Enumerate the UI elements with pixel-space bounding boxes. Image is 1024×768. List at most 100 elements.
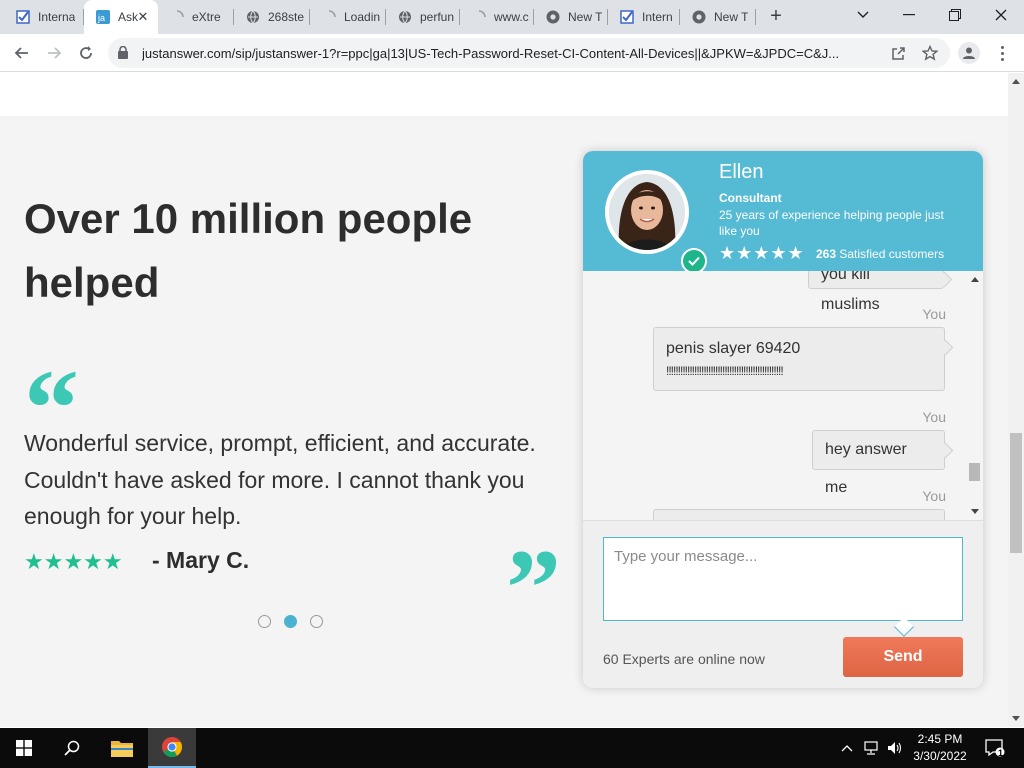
windows-logo-icon — [16, 740, 32, 756]
globe-icon — [246, 10, 260, 24]
chrome-icon — [546, 10, 560, 24]
show-hidden-icons-button[interactable] — [838, 728, 856, 768]
message-text: you kill muslims — [821, 271, 880, 313]
message-text: !!!!!!!!!!!!!!!!!!!!!!!!!!!!!!!!!!!!!!!!… — [666, 364, 784, 378]
taskbar-clock[interactable]: 2:45 PM 3/30/2022 — [900, 731, 980, 765]
chevron-up-icon — [841, 745, 853, 752]
testimonial-author: - Mary C. — [152, 547, 250, 573]
windows-taskbar: 2:45 PM 3/30/2022 1 — [0, 728, 1024, 768]
svg-text:ja: ja — [97, 13, 105, 23]
carousel-dot[interactable] — [258, 615, 271, 628]
page-headline: Over 10 million people helped — [24, 195, 473, 306]
address-bar[interactable]: justanswer.com/sip/justanswer-1?r=ppc|ga… — [108, 38, 950, 68]
reload-button[interactable] — [72, 39, 100, 67]
tab-label: New T — [714, 10, 749, 24]
share-icon[interactable] — [890, 45, 906, 61]
check-square-icon — [16, 10, 30, 24]
carousel-dot-active[interactable] — [284, 615, 297, 628]
new-tab-button[interactable]: + — [764, 5, 788, 29]
scroll-down-arrow-icon[interactable] — [1012, 716, 1020, 721]
tab-label: Ask — [118, 10, 139, 24]
carousel-dot[interactable] — [310, 615, 323, 628]
profile-button[interactable] — [958, 42, 980, 64]
search-button[interactable] — [48, 728, 96, 768]
message-sender: You — [922, 488, 946, 504]
chrome-taskbar-button[interactable] — [148, 728, 196, 768]
message-input[interactable] — [603, 537, 963, 621]
satisfied-customers: 263 Satisfied customers — [816, 247, 944, 261]
tab-label: Loadin — [344, 10, 381, 24]
scroll-up-arrow-icon[interactable] — [1012, 79, 1020, 84]
action-center-button[interactable]: 1 — [982, 728, 1008, 768]
tab-268ste[interactable]: 268ste — [234, 0, 310, 34]
page-scroll-thumb[interactable] — [1010, 433, 1022, 553]
minimize-button[interactable] — [886, 0, 932, 30]
expert-rating-stars: ★★★★★ — [719, 243, 805, 263]
tab-label: Interna — [38, 10, 76, 24]
folder-icon — [111, 741, 133, 757]
person-icon — [963, 47, 975, 59]
expert-title: Consultant — [719, 191, 782, 205]
notification-count: 1 — [998, 748, 1004, 758]
tab-extreme[interactable]: eXtre — [158, 0, 234, 34]
tab-perfume[interactable]: perfun — [386, 0, 460, 34]
chat-header: Ellen Consultant 25 years of experience … — [583, 151, 983, 274]
tab-www[interactable]: www.c — [460, 0, 534, 34]
browser-menu-button[interactable] — [992, 42, 1012, 64]
close-tab-icon[interactable]: ✕ — [136, 10, 150, 24]
tab-search-button[interactable] — [840, 0, 886, 30]
close-icon — [995, 9, 1007, 21]
tab-new-tab-2[interactable]: New T — [680, 0, 756, 34]
close-quote-icon: ” — [506, 527, 561, 649]
satisfied-label: Satisfied customers — [839, 247, 945, 261]
scroll-thumb[interactable] — [969, 463, 980, 481]
expert-description: 25 years of experience helping people ju… — [719, 208, 944, 238]
carousel-dots — [258, 615, 323, 628]
arrow-right-icon — [48, 47, 62, 59]
message-sender: You — [922, 409, 946, 425]
scroll-down-arrow-icon[interactable] — [971, 509, 979, 514]
network-button[interactable] — [860, 728, 882, 768]
menu-dot — [1000, 57, 1004, 61]
tab-internet[interactable]: Interna — [4, 0, 84, 34]
chat-compose-area: 60 Experts are online now Send — [583, 520, 983, 688]
chevron-down-icon — [857, 11, 869, 18]
url-text[interactable]: justanswer.com/sip/justanswer-1?r=ppc|ga… — [142, 46, 886, 61]
back-button[interactable] — [8, 39, 36, 67]
restore-icon — [949, 9, 961, 21]
close-window-button[interactable] — [978, 0, 1024, 30]
file-explorer-button[interactable] — [98, 728, 146, 768]
message-sender: You — [922, 306, 946, 322]
start-button[interactable] — [0, 728, 48, 768]
satisfied-count: 263 — [816, 247, 837, 261]
testimonial-text: Wonderful service, prompt, efficient, an… — [24, 430, 536, 529]
chat-messages[interactable]: you kill muslims You penis slayer 69420 … — [583, 271, 983, 520]
tab-label: eXtre — [192, 10, 221, 24]
chat-scrollbar[interactable] — [967, 271, 983, 520]
page-scrollbar[interactable] — [1008, 73, 1024, 727]
clock-date: 3/30/2022 — [913, 749, 967, 763]
chat-message — [653, 509, 945, 520]
menu-dot — [1000, 45, 1004, 49]
forward-button[interactable] — [40, 39, 68, 67]
tab-loading[interactable]: Loadin — [310, 0, 386, 34]
bookmark-star-icon[interactable] — [922, 45, 938, 61]
tab-label: Intern — [642, 10, 673, 24]
chrome-icon — [162, 737, 183, 758]
chat-message: hey answer me — [812, 430, 945, 496]
message-text: penis slayer 69420 — [666, 340, 801, 357]
arrow-left-icon — [14, 47, 28, 59]
expert-avatar — [609, 174, 685, 250]
clock-time: 2:45 PM — [917, 732, 963, 746]
tab-internet-2[interactable]: Intern — [608, 0, 680, 34]
tab-label: perfun — [420, 10, 455, 24]
loading-spinner-icon — [322, 10, 336, 24]
tab-new-tab-1[interactable]: New T — [534, 0, 608, 34]
tab-ask[interactable]: ja Ask ✕ — [84, 0, 158, 34]
restore-button[interactable] — [932, 0, 978, 30]
web-page: Over 10 million people helped “ Wonderfu… — [0, 73, 1008, 727]
browser-toolbar: justanswer.com/sip/justanswer-1?r=ppc|ga… — [0, 34, 1024, 72]
scroll-up-arrow-icon[interactable] — [971, 277, 979, 282]
send-button[interactable]: Send — [843, 637, 963, 677]
rating-stars: ★★★★★ — [24, 549, 123, 574]
